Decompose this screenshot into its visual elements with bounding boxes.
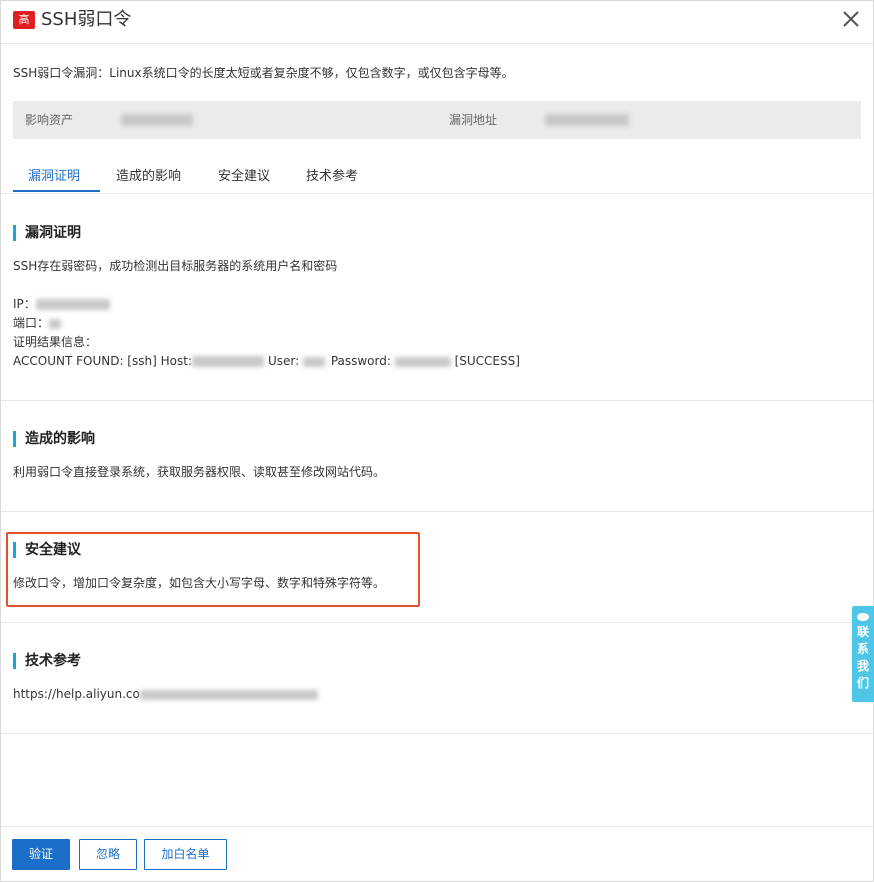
ip-label: IP：: [13, 297, 36, 311]
reference-url-redacted: [139, 689, 318, 700]
account-prefix: ACCOUNT FOUND: [ssh] Host:: [13, 354, 192, 368]
whitelist-button[interactable]: 加白名单: [144, 839, 227, 870]
asset-info-bar: 影响资产 漏洞地址: [13, 101, 861, 139]
host-value-redacted: [191, 356, 264, 367]
asset-value-redacted: [121, 114, 193, 126]
dialog-header: 高 SSH弱口令: [1, 1, 873, 44]
success-tag: [SUCCESS]: [454, 354, 520, 368]
section-reference: 技术参考 https://help.aliyun.co: [1, 623, 873, 734]
proof-summary: SSH存在弱密码，成功检测出目标服务器的系统用户名和密码: [13, 259, 338, 273]
section-title-proof: 漏洞证明: [13, 225, 81, 241]
detail-tabs: 漏洞证明 造成的影响 安全建议 技术参考: [1, 159, 873, 194]
contact-char: 们: [856, 676, 869, 690]
tab-advice[interactable]: 安全建议: [218, 169, 270, 185]
proof-result-label: 证明结果信息：: [13, 335, 98, 349]
tab-reference[interactable]: 技术参考: [306, 169, 358, 185]
section-proof: 漏洞证明 SSH存在弱密码，成功检测出目标服务器的系统用户名和密码 IP： 端口…: [1, 194, 873, 401]
password-label: Password:: [330, 354, 391, 368]
proof-ip-line: IP：: [13, 296, 110, 312]
close-icon: [843, 11, 859, 27]
section-title-reference: 技术参考: [13, 653, 81, 669]
dialog-footer: 验证 忽略 加白名单: [1, 826, 873, 881]
impact-text: 利用弱口令直接登录系统，获取服务器权限、读取甚至修改网站代码。: [13, 465, 386, 479]
tab-proof[interactable]: 漏洞证明: [28, 169, 80, 185]
vulnerability-dialog: 高 SSH弱口令 SSH弱口令漏洞：Linux系统口令的长度太短或者复杂度不够，…: [0, 0, 874, 882]
section-impact: 造成的影响 利用弱口令直接登录系统，获取服务器权限、读取甚至修改网站代码。: [1, 401, 873, 512]
verify-button[interactable]: 验证: [12, 839, 70, 870]
port-label: 端口：: [13, 316, 50, 330]
reference-link[interactable]: https://help.aliyun.co: [13, 686, 318, 702]
user-value-redacted: [302, 356, 325, 367]
reference-url-prefix: https://help.aliyun.co: [13, 687, 140, 701]
severity-badge: 高: [13, 11, 35, 29]
asset-label: 影响资产: [25, 113, 74, 127]
user-label: User:: [267, 354, 300, 368]
address-value-redacted: [545, 114, 629, 126]
contact-char: 系: [856, 642, 869, 656]
password-value-redacted: [394, 356, 451, 367]
close-button[interactable]: [839, 7, 863, 31]
proof-account-line: ACCOUNT FOUND: [ssh] Host: User: Password…: [13, 353, 520, 369]
dialog-title: SSH弱口令: [41, 9, 132, 30]
address-label: 漏洞地址: [449, 113, 498, 127]
advice-highlight-frame: [6, 532, 420, 607]
chat-icon: [857, 613, 869, 621]
ignore-button[interactable]: 忽略: [79, 839, 137, 870]
contact-us-tab[interactable]: 联 系 我 们: [852, 606, 874, 702]
vulnerability-description: SSH弱口令漏洞：Linux系统口令的长度太短或者复杂度不够，仅包含数字，或仅包…: [13, 66, 514, 80]
ip-value-redacted: [35, 299, 110, 310]
tab-impact[interactable]: 造成的影响: [116, 169, 181, 185]
contact-char: 联: [856, 625, 869, 639]
contact-char: 我: [856, 659, 869, 673]
port-value-redacted: [49, 318, 62, 329]
active-tab-indicator: [13, 190, 100, 192]
section-title-impact: 造成的影响: [13, 431, 95, 447]
proof-port-line: 端口：: [13, 315, 62, 331]
